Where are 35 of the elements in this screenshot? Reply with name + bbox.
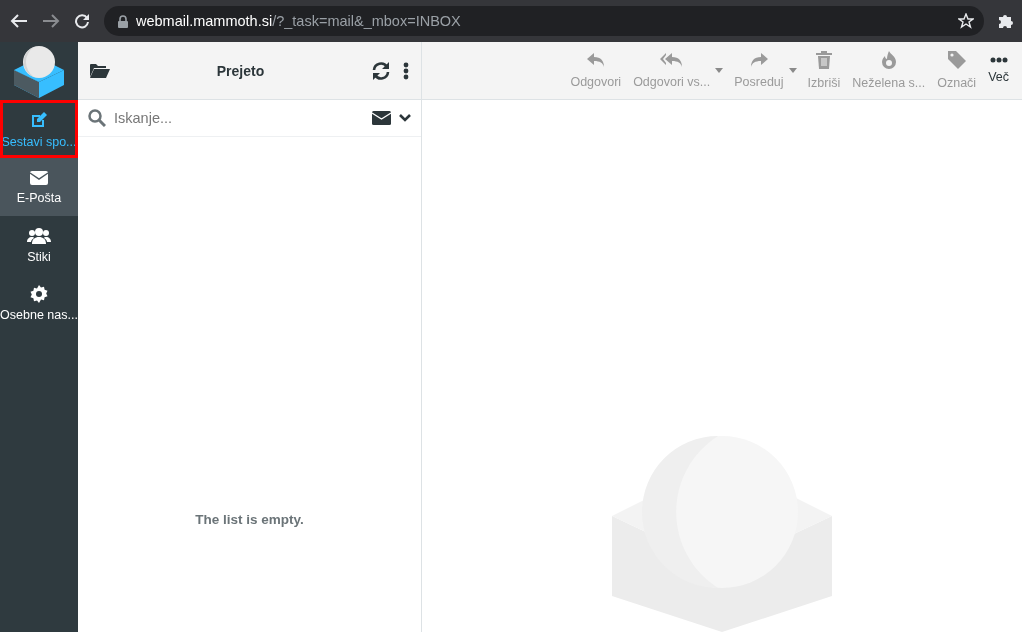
lock-icon	[118, 14, 128, 28]
search-field[interactable]: Iskanje...	[114, 110, 364, 126]
refresh-icon[interactable]	[371, 60, 391, 81]
toolbar-button[interactable]: Več	[985, 57, 1012, 84]
more-icon	[989, 57, 1008, 63]
sidebar-item[interactable]: Stiki	[0, 216, 78, 274]
sidebar-item[interactable]: Sestavi spo...	[0, 100, 78, 158]
puzzle-icon[interactable]	[998, 13, 1014, 29]
empty-list-message: The list is empty.	[195, 512, 304, 527]
envelope-icon[interactable]	[372, 111, 391, 125]
settings-icon	[30, 284, 48, 303]
folder-title: Prejeto	[215, 62, 266, 79]
menu-icon[interactable]	[403, 61, 409, 80]
search-icon	[88, 109, 106, 127]
chevron-down-icon[interactable]	[399, 114, 411, 122]
people-icon	[27, 226, 51, 245]
star-icon[interactable]	[958, 13, 974, 29]
reply-icon	[585, 52, 606, 68]
logo-icon[interactable]	[12, 44, 66, 98]
reply-all-icon	[659, 52, 684, 68]
reload-icon[interactable]	[74, 13, 90, 29]
envelope-icon	[29, 169, 49, 186]
sidebar-item[interactable]: Osebne nas...	[0, 274, 78, 332]
edit-icon	[29, 109, 49, 130]
fire-icon	[880, 51, 897, 69]
back-icon[interactable]	[10, 13, 28, 29]
sidebar-item[interactable]: E-Pošta	[0, 158, 78, 216]
forward-icon	[748, 52, 769, 68]
folder-icon[interactable]	[90, 63, 110, 78]
trash-icon	[815, 51, 832, 69]
tag-icon	[947, 51, 966, 69]
address-bar[interactable]: webmail.mammoth.si/?_task=mail&_mbox=INBOX	[104, 6, 984, 36]
url-host: webmail.mammoth.si	[136, 13, 273, 29]
url-path: /?_task=mail&_mbox=INBOX	[272, 13, 461, 29]
forward-icon[interactable]	[42, 13, 60, 29]
